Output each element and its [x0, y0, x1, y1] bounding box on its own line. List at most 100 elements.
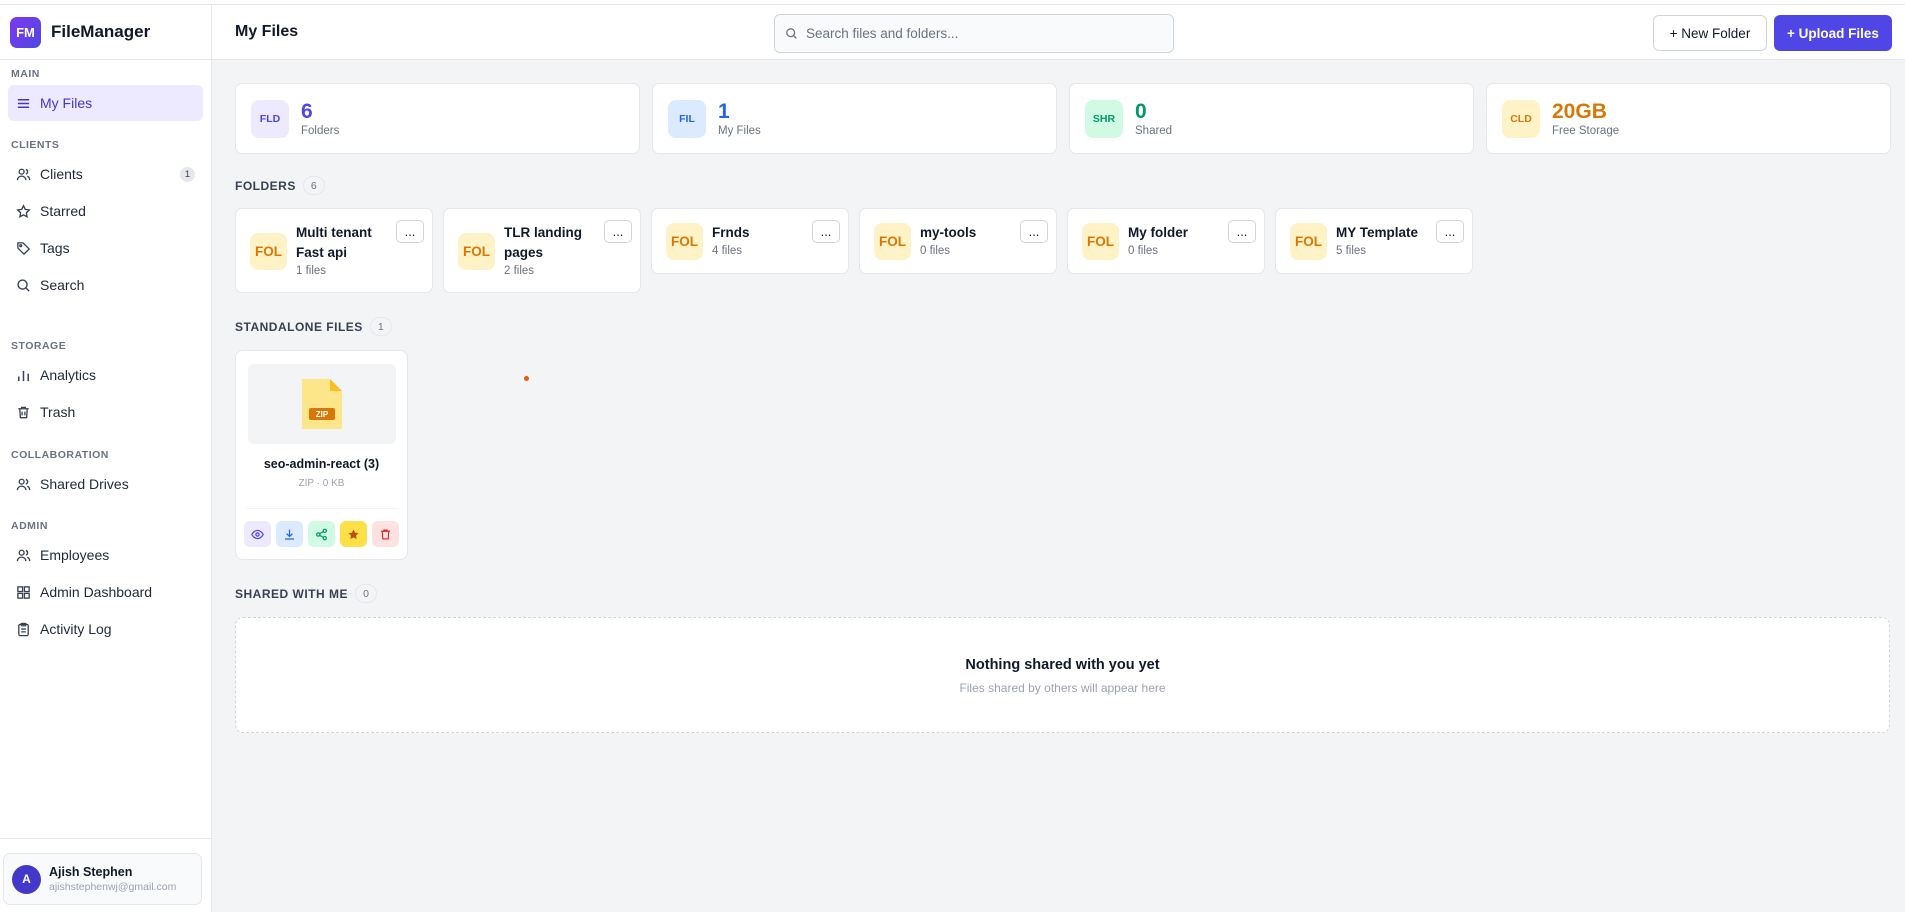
file-meta: ZIP · 0 KB	[298, 478, 345, 489]
sidebar-item-clients[interactable]: Clients 1	[8, 156, 203, 192]
sidebar-item-admin-dashboard[interactable]: Admin Dashboard	[8, 574, 203, 610]
folder-file-count: 4 files	[712, 245, 743, 257]
standalone-files-heading: STANDALONE FILES 1	[235, 317, 392, 336]
folder-name: MY Template	[1336, 225, 1419, 240]
search-box[interactable]	[774, 14, 1174, 53]
upload-files-button[interactable]: + Upload Files	[1774, 15, 1892, 51]
shared-empty-state: Nothing shared with you yet Files shared…	[235, 617, 1890, 733]
folders-stat-icon: FLD	[251, 99, 289, 138]
star-icon	[348, 528, 359, 539]
sidebar-divider	[0, 838, 211, 839]
download-icon	[285, 529, 294, 540]
new-folder-button[interactable]: + New Folder	[1653, 15, 1767, 51]
folder-file-count: 2 files	[504, 265, 535, 277]
stat-label: Folders	[301, 124, 340, 137]
folder-card[interactable]: FOL TLR landing pages 2 files ...	[443, 208, 641, 293]
users-icon	[12, 544, 34, 566]
folder-name: my-tools	[920, 225, 977, 240]
header: My Files + New Folder + Upload Files	[212, 5, 1905, 60]
stat-value: 1	[718, 99, 730, 123]
sidebar-item-label: Admin Dashboard	[40, 584, 153, 600]
folder-card[interactable]: FOL Multi tenant Fast api 1 files ...	[235, 208, 433, 293]
users-icon	[12, 473, 34, 495]
sidebar-item-my-files[interactable]: My Files	[8, 85, 203, 121]
section-title: SHARED WITH ME	[235, 586, 348, 601]
sidebar-item-starred[interactable]: Starred	[8, 193, 203, 229]
folder-icon: FOL	[250, 233, 287, 270]
sidebar: FM FileManager MAIN My Files CLIENTS Cli…	[0, 5, 212, 912]
share-button[interactable]	[308, 521, 335, 547]
view-button[interactable]	[244, 521, 271, 547]
folder-name: My folder	[1128, 225, 1189, 240]
folder-more-button[interactable]: ...	[1020, 220, 1048, 243]
brand[interactable]: FM FileManager	[0, 5, 211, 60]
section-count: 0	[355, 584, 377, 603]
avatar: A	[12, 864, 41, 894]
folder-more-button[interactable]: ...	[396, 220, 424, 243]
clipboard-icon	[12, 618, 34, 640]
folder-file-count: 0 files	[1128, 245, 1159, 257]
zip-badge-text: ZIP	[316, 410, 329, 419]
sidebar-item-trash[interactable]: Trash	[8, 394, 203, 430]
clients-count-badge: 1	[180, 167, 195, 182]
sidebar-item-shared-drives[interactable]: Shared Drives	[8, 466, 203, 502]
stat-label: Free Storage	[1552, 124, 1620, 137]
user-email: ajishstephenwj@gmail.com	[49, 881, 177, 893]
folder-card[interactable]: FOL my-tools 0 files ...	[859, 208, 1057, 274]
user-profile-card[interactable]: A Ajish Stephen ajishstephenwj@gmail.com	[3, 853, 202, 905]
download-button[interactable]	[276, 521, 303, 547]
sidebar-item-label: Starred	[40, 203, 86, 219]
files-stat-icon: FIL	[668, 99, 706, 138]
empty-state-subtitle: Files shared by others will appear here	[959, 681, 1166, 695]
stat-card-my-files: FIL 1 My Files	[652, 83, 1057, 154]
section-label: STORAGE	[11, 340, 67, 352]
folder-more-button[interactable]: ...	[1436, 220, 1464, 243]
sidebar-item-label: Analytics	[40, 367, 97, 383]
sidebar-item-label: My Files	[40, 95, 93, 111]
sidebar-item-tags[interactable]: Tags	[8, 230, 203, 266]
trash-icon	[12, 401, 34, 423]
section-label: CLIENTS	[11, 139, 60, 151]
folder-icon: FOL	[874, 223, 911, 260]
folder-more-button[interactable]: ...	[604, 220, 632, 243]
sidebar-item-label: Shared Drives	[40, 476, 129, 492]
users-icon	[12, 163, 34, 185]
sidebar-item-label: Trash	[40, 404, 76, 420]
star-button[interactable]	[340, 521, 367, 547]
user-name: Ajish Stephen	[49, 865, 133, 879]
app-name: FileManager	[51, 22, 151, 41]
empty-state-title: Nothing shared with you yet	[965, 657, 1160, 673]
divider	[246, 508, 398, 509]
sidebar-item-employees[interactable]: Employees	[8, 537, 203, 573]
folders-heading: FOLDERS 6	[235, 176, 325, 195]
nav-section-storage: STORAGE Analytics Trash	[0, 340, 211, 430]
sidebar-item-activity-log[interactable]: Activity Log	[8, 611, 203, 647]
folder-card[interactable]: FOL My folder 0 files ...	[1067, 208, 1265, 274]
folder-card[interactable]: FOL MY Template 5 files ...	[1275, 208, 1473, 274]
folder-icon: FOL	[666, 223, 703, 260]
file-name: seo-admin-react (3)	[263, 457, 380, 471]
section-label: MAIN	[11, 68, 40, 80]
share-icon	[316, 528, 327, 540]
stat-label: Shared	[1135, 124, 1173, 137]
stat-value: 20GB	[1552, 99, 1607, 123]
sidebar-item-analytics[interactable]: Analytics	[8, 357, 203, 393]
search-input[interactable]	[806, 26, 1146, 41]
stat-value: 6	[301, 99, 313, 123]
folder-card[interactable]: FOL Frnds 4 files ...	[651, 208, 849, 274]
sidebar-item-label: Activity Log	[40, 621, 112, 637]
trash-icon	[381, 528, 390, 540]
folder-more-button[interactable]: ...	[1228, 220, 1256, 243]
folder-icon: FOL	[1290, 223, 1327, 260]
shared-with-me-heading: SHARED WITH ME 0	[235, 584, 377, 603]
file-card[interactable]: ZIP seo-admin-react (3) ZIP · 0 KB	[235, 350, 408, 560]
eye-icon	[251, 529, 264, 539]
sidebar-item-label: Search	[40, 277, 85, 293]
nav-section-admin: ADMIN Employees Admin Dashboard Activity…	[0, 520, 211, 647]
nav-section-main: MAIN My Files	[0, 68, 211, 121]
delete-button[interactable]	[372, 521, 399, 547]
section-count: 1	[369, 317, 392, 336]
sidebar-item-search[interactable]: Search	[8, 267, 203, 303]
folder-more-button[interactable]: ...	[812, 220, 840, 243]
cloud-stat-icon: CLD	[1502, 99, 1540, 138]
